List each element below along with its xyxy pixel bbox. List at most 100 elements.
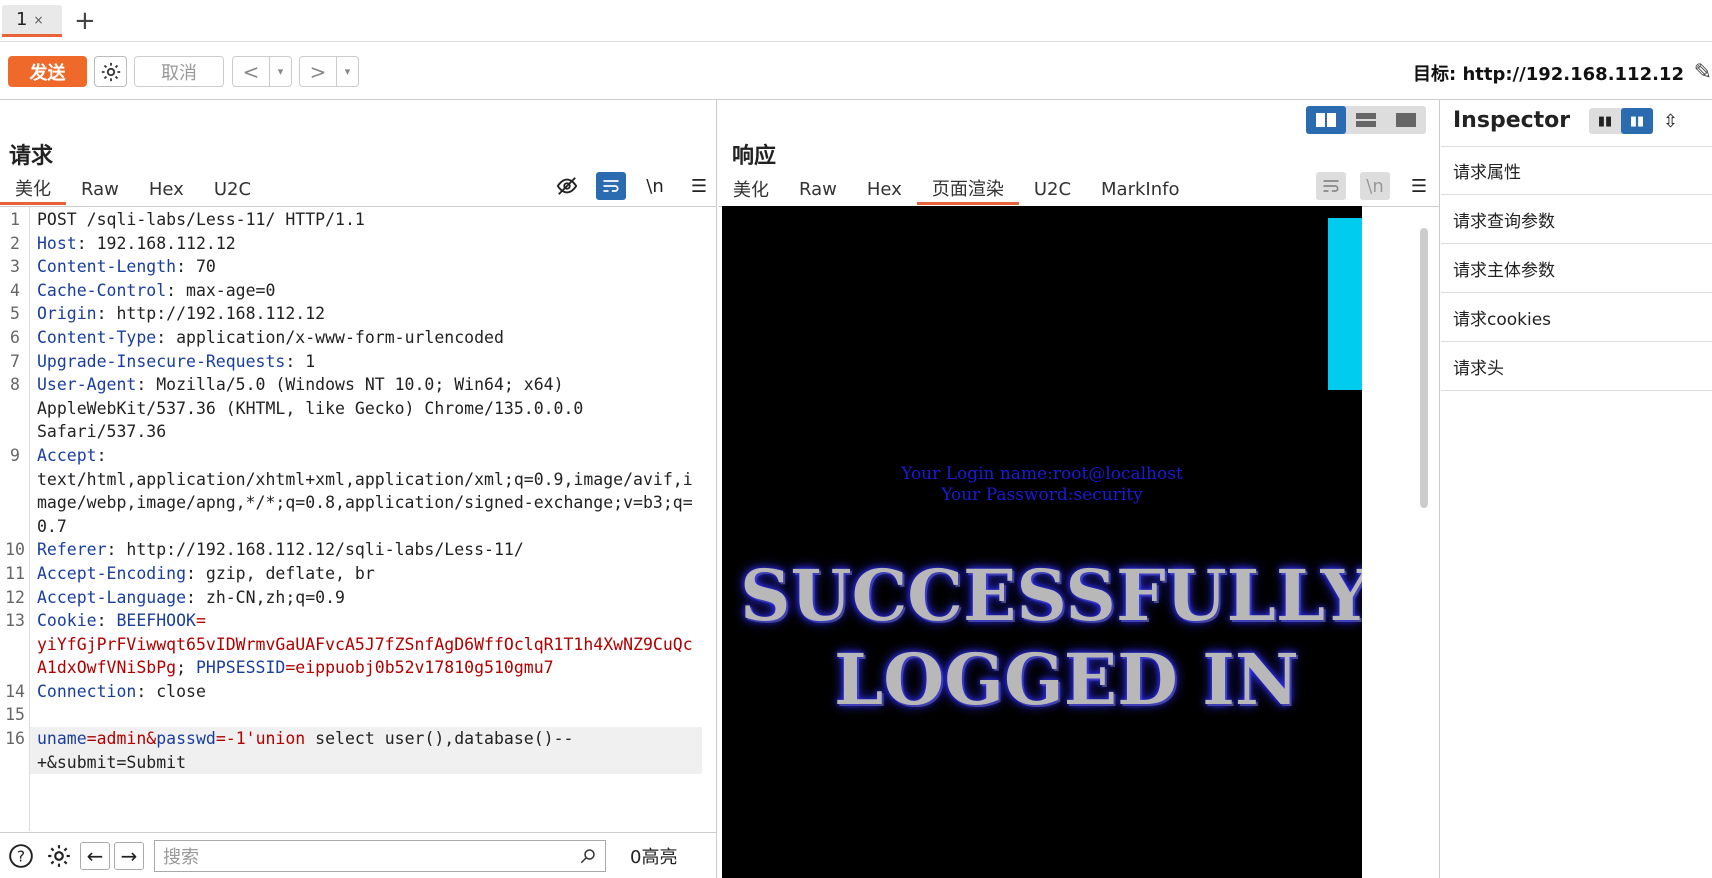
response-pane: 响应 美化 Raw Hex 页面渲染 U2C MarkInfo \n ☰ Your Log…: [718, 100, 1440, 878]
line-number: 15: [5, 705, 25, 725]
line-number: 16: [5, 729, 25, 749]
request-tabs: 美化 Raw Hex U2C: [0, 173, 266, 205]
inspector-layout-toggle: ▮▮ ▮▮: [1589, 108, 1653, 134]
inspector-title: Inspector: [1453, 108, 1571, 133]
new-tab-button[interactable]: +: [74, 6, 96, 36]
layout-split-icon[interactable]: [1306, 106, 1346, 134]
line-text: Cache-Control: max-age=0: [30, 279, 702, 303]
response-tab-5[interactable]: MarkInfo: [1086, 173, 1194, 205]
header-key: Content-Type: [37, 327, 157, 347]
header-key: Host: [37, 233, 77, 253]
search-input[interactable]: 搜索: [154, 839, 606, 872]
search-icon: [580, 848, 595, 863]
banner-line-2: LOGGED IN: [834, 638, 1299, 721]
login-name-text: Your Login name:root@localhost: [901, 464, 1183, 484]
forward-button[interactable]: > ▾: [299, 56, 359, 87]
code-line: 6 Content-Type: application/x-www-form-ur…: [0, 326, 705, 350]
header-key: Accept-Language: [37, 587, 187, 607]
response-tab-2[interactable]: Hex: [852, 173, 917, 205]
line-text: uname=admin&passwd=-1'union select user(…: [30, 727, 702, 775]
header-key: Connection: [37, 681, 137, 701]
line-number: 6: [10, 327, 20, 347]
code-line: 15: [0, 703, 705, 727]
code-text: : 70: [176, 257, 216, 277]
inspector-item[interactable]: 请求cookies: [1441, 293, 1712, 342]
code-line: 16 uname=admin&passwd=-1'union select use…: [0, 727, 705, 775]
send-button[interactable]: 发送: [8, 56, 87, 87]
inspector-item[interactable]: 请求查询参数: [1441, 195, 1712, 244]
request-tab-2[interactable]: Hex: [134, 173, 199, 205]
code-line: 10 Referer: http://192.168.112.12/sqli-la…: [0, 538, 705, 562]
line-text: Cookie: BEEFHOOK= yiYfGjPrFViwwqt65vIDWr…: [30, 609, 702, 680]
response-title: 响应: [732, 144, 777, 169]
svg-text:?: ?: [17, 847, 25, 865]
header-key: Content-Length: [37, 257, 177, 277]
scrollbar[interactable]: [1420, 228, 1428, 508]
line-number: 9: [10, 445, 20, 465]
tab-label: 1: [16, 9, 28, 30]
header-key: passwd: [156, 729, 216, 749]
panel-right-icon[interactable]: ▮▮: [1621, 108, 1653, 134]
header-key: Accept: [37, 445, 97, 465]
inspector-item[interactable]: 请求头: [1441, 342, 1712, 391]
line-number: 14: [5, 681, 25, 701]
code-text: : http://192.168.112.12/sqli-labs/Less-1…: [106, 540, 524, 560]
code-text: : 192.168.112.12: [76, 233, 236, 253]
panel-left-icon[interactable]: ▮▮: [1589, 108, 1621, 134]
request-editor[interactable]: 1 POST /sqli-labs/Less-11/ HTTP/1.1 2 Host:…: [0, 208, 705, 775]
response-tab-4[interactable]: U2C: [1019, 173, 1086, 205]
code-line: 8 User-Agent: Mozilla/5.0 (Windows NT 10.…: [0, 373, 705, 444]
wrap-icon[interactable]: [1316, 172, 1346, 200]
request-tab-0[interactable]: 美化: [0, 173, 66, 205]
line-text: Accept-Language: zh-CN,zh;q=0.9: [30, 586, 702, 610]
menu-icon[interactable]: ☰: [684, 172, 714, 200]
code-text: : application/x-www-form-urlencoded: [156, 327, 504, 347]
code-text: : text/html,application/xhtml+xml,applic…: [37, 445, 693, 536]
arrow-right-icon[interactable]: →: [114, 841, 144, 870]
inspector-pane: Inspector ▮▮ ▮▮ ⇳ 请求属性 请求查询参数 请求主体参数 请求cook…: [1441, 100, 1712, 878]
header-key: Referer: [37, 540, 107, 560]
inspector-item[interactable]: 请求属性: [1441, 146, 1712, 195]
cancel-button[interactable]: 取消: [134, 56, 224, 87]
chevron-down-icon[interactable]: ▾: [336, 57, 358, 86]
back-button[interactable]: < ▾: [232, 56, 292, 87]
line-number: 10: [5, 540, 25, 560]
wrap-icon[interactable]: [596, 172, 626, 200]
newline-icon[interactable]: \n: [1360, 172, 1390, 200]
response-tab-1[interactable]: Raw: [784, 173, 852, 205]
code-line: 11 Accept-Encoding: gzip, deflate, br: [0, 562, 705, 586]
param-value: =eippuobj0b52v17810g510gmu7: [285, 658, 554, 678]
help-icon[interactable]: ?: [4, 840, 38, 872]
code-line: 14 Connection: close: [0, 680, 705, 704]
eye-off-icon[interactable]: [552, 172, 582, 200]
inspector-item[interactable]: 请求主体参数: [1441, 244, 1712, 293]
close-icon[interactable]: ×: [33, 13, 43, 27]
request-tab-1[interactable]: Raw: [66, 173, 134, 205]
code-text: : 1: [285, 351, 316, 371]
line-text: Upgrade-Insecure-Requests: 1: [30, 350, 702, 374]
pencil-icon[interactable]: ✎: [1694, 60, 1712, 85]
settings-button[interactable]: [94, 56, 127, 87]
gear-icon[interactable]: [42, 840, 76, 872]
response-tab-0[interactable]: 美化: [718, 173, 784, 205]
arrow-left-icon[interactable]: ←: [80, 841, 110, 870]
layout-stack-icon[interactable]: [1346, 106, 1386, 134]
line-text: Origin: http://192.168.112.12: [30, 302, 702, 326]
line-text: Host: 192.168.112.12: [30, 232, 702, 256]
collapse-icon[interactable]: ⇳: [1663, 111, 1678, 132]
menu-icon[interactable]: ☰: [1404, 172, 1434, 200]
code-text: ;: [176, 658, 196, 678]
tab-1[interactable]: 1 ×: [2, 5, 62, 37]
newline-icon[interactable]: \n: [640, 172, 670, 200]
request-footer: ? ← → 搜索 0高亮: [0, 832, 716, 878]
gear-icon: [101, 62, 120, 81]
line-number: 1: [10, 210, 20, 229]
response-tab-3[interactable]: 页面渲染: [916, 173, 1019, 205]
code-text: POST /sqli-labs/Less-11/ HTTP/1.1: [37, 210, 365, 229]
request-tab-3[interactable]: U2C: [199, 173, 266, 205]
header-key: User-Agent: [37, 375, 137, 395]
rendered-page: Your Login name:root@localhost Your Pass…: [722, 206, 1362, 878]
line-number: 2: [10, 233, 20, 253]
chevron-down-icon[interactable]: ▾: [269, 57, 291, 86]
layout-single-icon[interactable]: [1386, 106, 1426, 134]
